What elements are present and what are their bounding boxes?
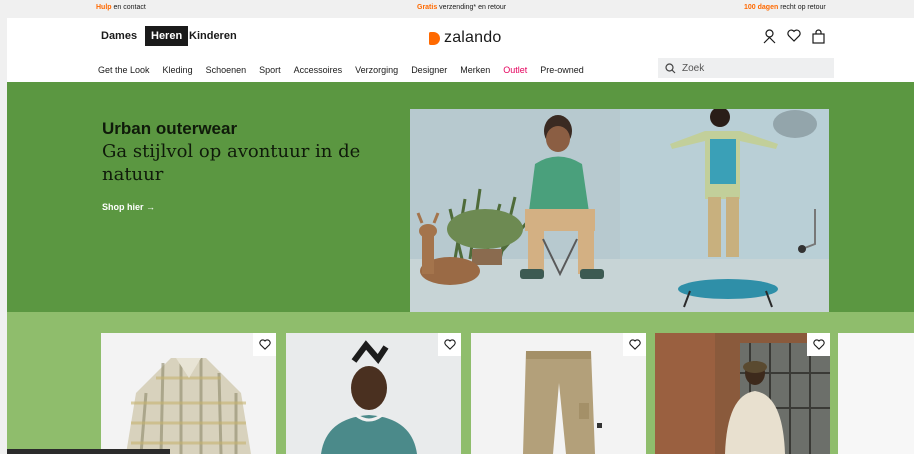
- product-card[interactable]: [655, 333, 830, 454]
- product-card[interactable]: [101, 333, 276, 454]
- category-nav: Get the Look Kleding Schoenen Sport Acce…: [98, 65, 597, 75]
- nav-item-designer[interactable]: Designer: [411, 65, 447, 75]
- hero-subtitle: Ga stijlvol op avontuur in de natuur: [102, 141, 361, 185]
- header-icons: [763, 29, 825, 44]
- heart-icon[interactable]: [787, 29, 801, 44]
- nav-item-outlet[interactable]: Outlet: [503, 65, 527, 75]
- bag-icon[interactable]: [812, 29, 825, 44]
- wishlist-button[interactable]: [253, 333, 276, 356]
- product-card-partial[interactable]: [838, 333, 914, 454]
- nav-item-kleding[interactable]: Kleding: [163, 65, 193, 75]
- search-icon: [665, 62, 676, 73]
- wishlist-button[interactable]: [807, 333, 830, 356]
- nav-item-verzorging[interactable]: Verzorging: [355, 65, 398, 75]
- product-image: [101, 333, 276, 454]
- nav-item-get-the-look[interactable]: Get the Look: [98, 65, 150, 75]
- hero-banner: Urban outerwear Ga stijlvol op avontuur …: [7, 82, 914, 312]
- shop-here-link[interactable]: Shop hier →: [102, 202, 155, 212]
- site-header: Dames Heren Kinderen zalando Get the Loo…: [7, 18, 914, 82]
- help-contact-link[interactable]: Hulp en contact: [96, 4, 146, 11]
- wishlist-button[interactable]: [438, 333, 461, 356]
- product-image: [471, 333, 646, 454]
- tab-kinderen[interactable]: Kinderen: [189, 30, 237, 42]
- zalando-logo[interactable]: zalando: [429, 29, 501, 47]
- user-icon[interactable]: [763, 29, 776, 44]
- search-input[interactable]: Zoek: [658, 58, 834, 78]
- heart-icon: [812, 339, 825, 350]
- nav-item-merken[interactable]: Merken: [460, 65, 490, 75]
- heart-icon: [443, 339, 456, 350]
- wishlist-button[interactable]: [623, 333, 646, 356]
- nav-item-schoenen[interactable]: Schoenen: [206, 65, 247, 75]
- bottom-overlay-bar: [7, 449, 170, 454]
- search-placeholder: Zoek: [682, 62, 705, 74]
- nav-item-accessoires[interactable]: Accessoires: [294, 65, 343, 75]
- top-strip: Hulp en contact Gratis verzending* en re…: [7, 0, 914, 18]
- logo-mark-icon: [429, 31, 440, 45]
- nav-item-sport[interactable]: Sport: [259, 65, 281, 75]
- tab-heren[interactable]: Heren: [145, 26, 189, 46]
- product-card[interactable]: [471, 333, 646, 454]
- product-card[interactable]: [286, 333, 461, 454]
- tab-dames[interactable]: Dames: [101, 30, 137, 42]
- free-shipping-link[interactable]: Gratis verzending* en retour: [417, 4, 506, 11]
- product-image: [286, 333, 461, 454]
- nav-item-pre-owned[interactable]: Pre-owned: [540, 65, 584, 75]
- product-image: [655, 333, 830, 454]
- hero-image[interactable]: [410, 109, 829, 312]
- return-policy-link[interactable]: 100 dagen recht op retour: [744, 4, 826, 11]
- hero-title: Urban outerwear: [102, 119, 238, 138]
- heart-icon: [628, 339, 641, 350]
- heart-icon: [258, 339, 271, 350]
- page: Hulp en contact Gratis verzending* en re…: [7, 0, 914, 454]
